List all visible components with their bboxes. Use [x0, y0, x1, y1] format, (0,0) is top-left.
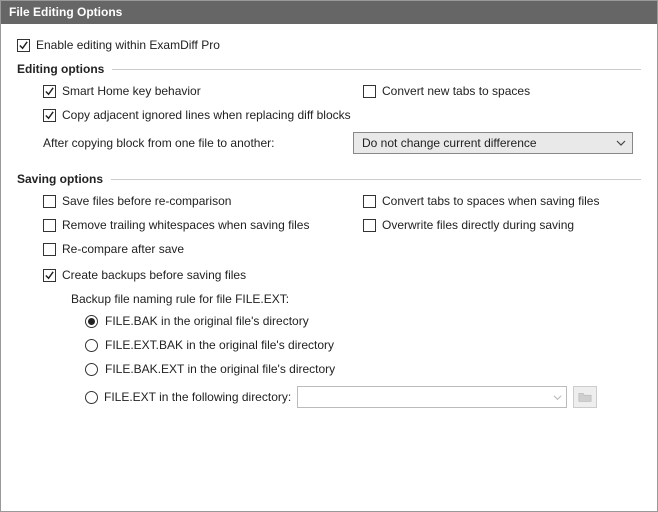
recompare-after-checkbox[interactable] — [43, 243, 56, 256]
window-title: File Editing Options — [9, 5, 122, 19]
overwrite-direct-row[interactable]: Overwrite files directly during saving — [363, 218, 641, 232]
backup-radio-3-label: FILE.BAK.EXT in the original file's dire… — [105, 362, 335, 376]
backup-directory-input[interactable] — [297, 386, 567, 408]
backup-radio-2-label: FILE.EXT.BAK in the original file's dire… — [105, 338, 334, 352]
check-icon — [44, 270, 55, 281]
remove-trailing-row[interactable]: Remove trailing whitespaces when saving … — [43, 218, 353, 232]
backup-radio-1[interactable]: FILE.BAK in the original file's director… — [85, 314, 641, 328]
divider — [111, 179, 641, 180]
enable-editing-checkbox[interactable] — [17, 39, 30, 52]
options-window: File Editing Options Enable editing with… — [0, 0, 658, 512]
save-before-row[interactable]: Save files before re-comparison — [43, 194, 353, 208]
editing-section-header: Editing options — [17, 62, 641, 76]
folder-open-icon — [578, 390, 592, 404]
chevron-down-icon — [616, 138, 626, 148]
copy-adjacent-label: Copy adjacent ignored lines when replaci… — [62, 108, 351, 122]
radio-icon[interactable] — [85, 339, 98, 352]
radio-icon[interactable] — [85, 391, 98, 404]
check-icon — [44, 110, 55, 121]
backup-radio-2[interactable]: FILE.EXT.BAK in the original file's dire… — [85, 338, 641, 352]
titlebar: File Editing Options — [1, 1, 657, 24]
save-before-checkbox[interactable] — [43, 195, 56, 208]
remove-trailing-label: Remove trailing whitespaces when saving … — [62, 218, 309, 232]
copy-adjacent-checkbox[interactable] — [43, 109, 56, 122]
convert-tabs-save-checkbox[interactable] — [363, 195, 376, 208]
smart-home-row[interactable]: Smart Home key behavior — [43, 84, 353, 98]
convert-tabs-save-row[interactable]: Convert tabs to spaces when saving files — [363, 194, 641, 208]
backup-rule-heading: Backup file naming rule for file FILE.EX… — [17, 292, 641, 306]
after-copy-select[interactable]: Do not change current difference — [353, 132, 633, 154]
remove-trailing-checkbox[interactable] — [43, 219, 56, 232]
recompare-after-label: Re-compare after save — [62, 242, 184, 256]
check-icon — [18, 40, 29, 51]
recompare-after-row[interactable]: Re-compare after save — [43, 242, 353, 256]
convert-new-tabs-row[interactable]: Convert new tabs to spaces — [363, 84, 641, 98]
saving-section-header: Saving options — [17, 172, 641, 186]
backup-radio-4[interactable]: FILE.EXT in the following directory: — [85, 386, 641, 408]
editing-grid: Smart Home key behavior Convert new tabs… — [17, 84, 641, 122]
create-backups-row[interactable]: Create backups before saving files — [17, 268, 641, 282]
radio-icon[interactable] — [85, 363, 98, 376]
backup-radio-4-label: FILE.EXT in the following directory: — [104, 390, 291, 404]
after-copy-value: Do not change current difference — [362, 136, 537, 150]
browse-directory-button[interactable] — [573, 386, 597, 408]
after-copy-label: After copying block from one file to ano… — [43, 136, 341, 150]
saving-grid: Save files before re-comparison Convert … — [17, 194, 641, 256]
backup-radio-3[interactable]: FILE.BAK.EXT in the original file's dire… — [85, 362, 641, 376]
convert-new-tabs-checkbox[interactable] — [363, 85, 376, 98]
radio-icon[interactable] — [85, 315, 98, 328]
overwrite-direct-label: Overwrite files directly during saving — [382, 218, 574, 232]
convert-tabs-save-label: Convert tabs to spaces when saving files — [382, 194, 599, 208]
convert-new-tabs-label: Convert new tabs to spaces — [382, 84, 530, 98]
copy-adjacent-row[interactable]: Copy adjacent ignored lines when replaci… — [43, 108, 641, 122]
backup-radio-group: FILE.BAK in the original file's director… — [17, 314, 641, 408]
editing-heading: Editing options — [17, 62, 104, 76]
chevron-down-icon — [553, 393, 562, 402]
enable-editing-row[interactable]: Enable editing within ExamDiff Pro — [17, 38, 641, 52]
after-copy-row: After copying block from one file to ano… — [17, 132, 641, 154]
content: Enable editing within ExamDiff Pro Editi… — [1, 24, 657, 511]
saving-heading: Saving options — [17, 172, 103, 186]
overwrite-direct-checkbox[interactable] — [363, 219, 376, 232]
check-icon — [44, 86, 55, 97]
create-backups-label: Create backups before saving files — [62, 268, 246, 282]
save-before-label: Save files before re-comparison — [62, 194, 231, 208]
divider — [112, 69, 641, 70]
smart-home-checkbox[interactable] — [43, 85, 56, 98]
smart-home-label: Smart Home key behavior — [62, 84, 201, 98]
backup-radio-1-label: FILE.BAK in the original file's director… — [105, 314, 309, 328]
create-backups-checkbox[interactable] — [43, 269, 56, 282]
enable-editing-label: Enable editing within ExamDiff Pro — [36, 38, 220, 52]
